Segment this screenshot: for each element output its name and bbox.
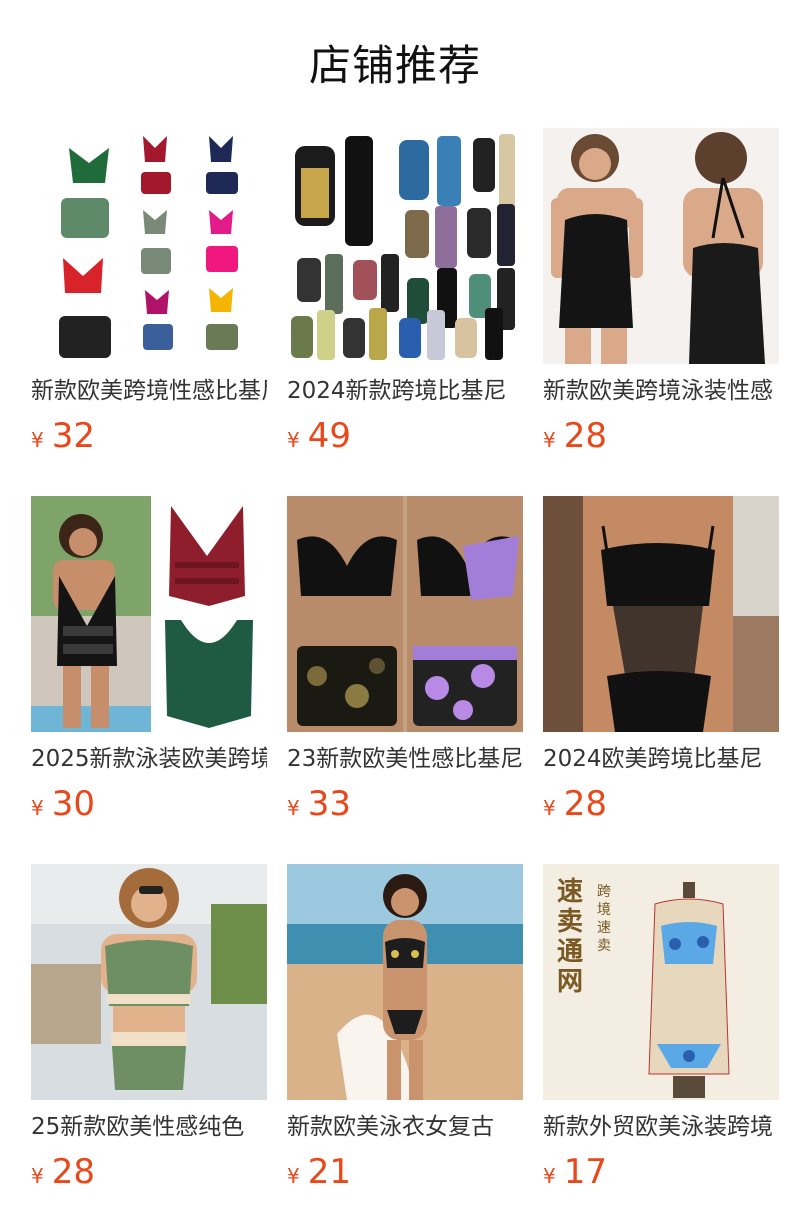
badge-char: 卖: [597, 938, 611, 954]
product-image[interactable]: [287, 864, 523, 1100]
twist-bikini-skirt-icon: [287, 496, 523, 732]
badge-char: 卖: [557, 907, 583, 937]
product-image[interactable]: [31, 496, 267, 732]
section-title: 店铺推荐: [308, 41, 481, 90]
product-grid: 新款欧美跨境性感比基尼 ¥ 32 2024新款跨境比基尼 ¥ 49 新款欧美跨境…: [31, 128, 779, 1232]
product-image[interactable]: 速 卖 通 网 跨 境 速 卖: [543, 864, 779, 1100]
product-name[interactable]: 2024欧美跨境比基尼: [543, 742, 779, 776]
price-amount: 49: [307, 416, 351, 456]
product-card[interactable]: 23新款欧美性感比基尼 ¥ 33: [287, 496, 523, 864]
product-name[interactable]: 2024新款跨境比基尼: [287, 374, 523, 408]
product-image[interactable]: [31, 128, 267, 364]
product-price: ¥ 21: [287, 1152, 523, 1192]
beach-bikini-icon: [287, 864, 523, 1100]
price-amount: 21: [307, 1152, 351, 1192]
printed-swimsuit-set-icon: [287, 128, 523, 364]
twist-mesh-onepiece-icon: [543, 496, 779, 732]
product-card[interactable]: 新款欧美跨境泳装性感 ¥ 28: [543, 128, 779, 496]
product-card[interactable]: 2024新款跨境比基尼 ¥ 49: [287, 128, 523, 496]
currency-symbol: ¥: [287, 796, 300, 820]
product-image[interactable]: [287, 128, 523, 364]
product-name[interactable]: 25新款欧美性感纯色: [31, 1110, 267, 1144]
green-bikini-icon: [31, 864, 267, 1100]
product-card[interactable]: 2024欧美跨境比基尼 ¥ 28: [543, 496, 779, 864]
product-image[interactable]: [31, 864, 267, 1100]
product-price: ¥ 30: [31, 784, 267, 824]
black-onepiece-icon: [543, 128, 779, 364]
mesh-onepiece-icon: [31, 496, 267, 732]
product-price: ¥ 28: [543, 416, 779, 456]
product-name[interactable]: 23新款欧美性感比基尼: [287, 742, 523, 776]
price-amount: 32: [51, 416, 95, 456]
product-name[interactable]: 2025新款泳装欧美跨境: [31, 742, 267, 776]
product-card[interactable]: 新款欧美跨境性感比基尼 ¥ 32: [31, 128, 267, 496]
product-name[interactable]: 新款欧美跨境泳装性感: [543, 374, 779, 408]
badge-char: 网: [557, 967, 583, 997]
badge-char: 通: [557, 937, 583, 967]
product-price: ¥ 32: [31, 416, 267, 456]
product-price: ¥ 28: [31, 1152, 267, 1192]
currency-symbol: ¥: [31, 428, 44, 452]
price-amount: 33: [307, 784, 351, 824]
product-name[interactable]: 新款欧美跨境性感比基尼: [31, 374, 267, 408]
currency-symbol: ¥: [543, 1164, 556, 1188]
product-image[interactable]: [543, 496, 779, 732]
price-amount: 28: [563, 416, 607, 456]
currency-symbol: ¥: [543, 428, 556, 452]
price-amount: 30: [51, 784, 95, 824]
product-card[interactable]: 新款欧美泳衣女复古 ¥ 21: [287, 864, 523, 1232]
currency-symbol: ¥: [287, 428, 300, 452]
price-amount: 28: [51, 1152, 95, 1192]
product-price: ¥ 17: [543, 1152, 779, 1192]
price-amount: 17: [563, 1152, 607, 1192]
product-name[interactable]: 新款欧美泳衣女复古: [287, 1110, 523, 1144]
mannequin-bikini-icon: 速 卖 通 网 跨 境 速 卖: [543, 864, 779, 1100]
currency-symbol: ¥: [31, 1164, 44, 1188]
currency-symbol: ¥: [287, 1164, 300, 1188]
currency-symbol: ¥: [543, 796, 556, 820]
product-price: ¥ 28: [543, 784, 779, 824]
badge-char: 境: [597, 902, 611, 918]
product-card[interactable]: 25新款欧美性感纯色 ¥ 28: [31, 864, 267, 1232]
product-card[interactable]: 速 卖 通 网 跨 境 速 卖 新款外贸欧美泳装跨境 ¥ 17: [543, 864, 779, 1232]
currency-symbol: ¥: [31, 796, 44, 820]
product-image[interactable]: [543, 128, 779, 364]
product-price: ¥ 33: [287, 784, 523, 824]
bikini-color-set-icon: [31, 128, 267, 364]
product-card[interactable]: 2025新款泳装欧美跨境 ¥ 30: [31, 496, 267, 864]
product-image[interactable]: [287, 496, 523, 732]
badge-char: 速: [557, 877, 583, 907]
price-amount: 28: [563, 784, 607, 824]
product-price: ¥ 49: [287, 416, 523, 456]
badge-char: 跨: [597, 884, 611, 900]
product-name[interactable]: 新款外贸欧美泳装跨境: [543, 1110, 779, 1144]
badge-char: 速: [597, 920, 611, 936]
